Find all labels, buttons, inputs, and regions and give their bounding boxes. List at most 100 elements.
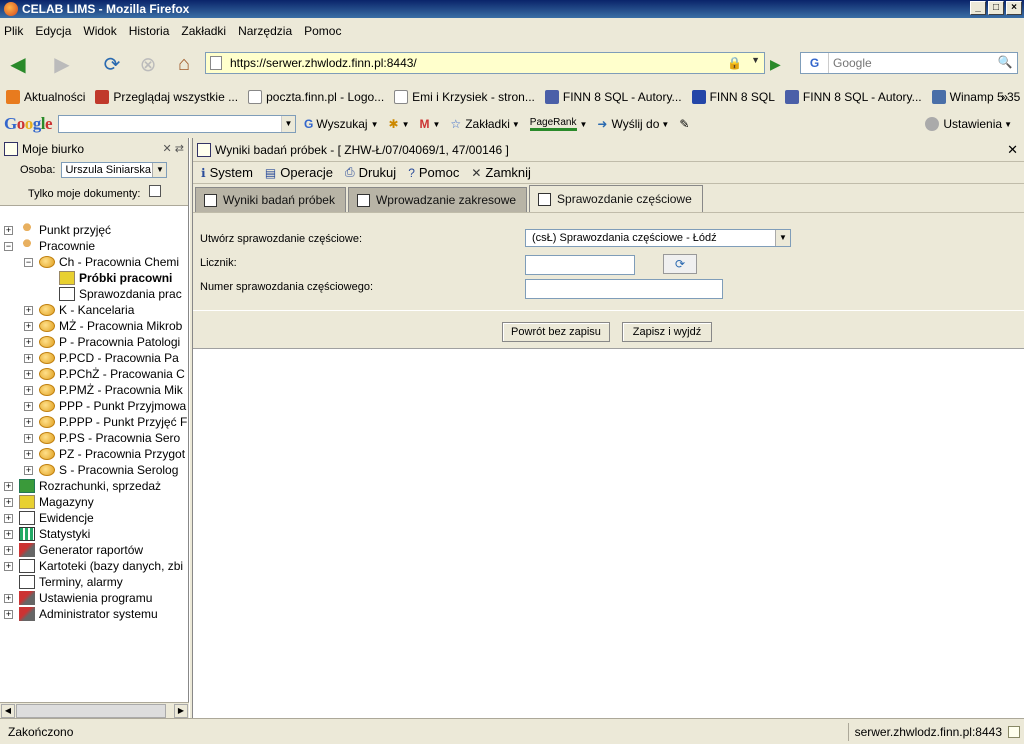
expand-icon[interactable]: + [24, 353, 33, 363]
tree-item[interactable]: + P.PChŻ - Pracowania C [0, 366, 189, 382]
expand-icon[interactable]: + [24, 465, 33, 475]
bookmark-item[interactable]: Przeglądaj wszystkie ... [95, 90, 238, 104]
save-and-exit-button[interactable]: Zapisz i wyjdź [622, 322, 712, 342]
bookmark-item[interactable]: Emi i Krzysiek - stron... [394, 90, 535, 104]
tree-item[interactable]: + Magazyny [0, 494, 189, 510]
refresh-counter-icon[interactable]: ⟳ [663, 254, 697, 274]
menu-plik[interactable]: Plik [4, 24, 23, 38]
operations-menu[interactable]: ▤ Operacje [265, 165, 333, 180]
expand-icon[interactable]: + [24, 417, 33, 427]
expand-icon[interactable]: + [4, 225, 13, 235]
search-engine-icon[interactable]: G [801, 53, 829, 73]
tree-item[interactable]: + Rozrachunki, sprzedaż [0, 478, 189, 494]
tree-item[interactable]: + Ewidencje [0, 510, 189, 526]
scroll-right-icon[interactable]: ▶ [174, 704, 188, 718]
print-menu[interactable]: ⎙ Drukuj [345, 165, 396, 180]
tree-item[interactable]: + P.PPP - Punkt Przyjęć F [0, 414, 189, 430]
tree-item[interactable]: + PPP - Punkt Przyjmowa [0, 398, 189, 414]
chevron-down-icon[interactable]: ▼ [281, 116, 296, 132]
google-settings-button[interactable]: Ustawienia ▼ [925, 117, 1012, 131]
horizontal-scrollbar[interactable]: ◀ ▶ [0, 702, 189, 718]
more-bookmarks-icon[interactable]: » [1001, 90, 1008, 104]
maximize-button[interactable]: □ [988, 1, 1004, 15]
tree-item[interactable]: + MŻ - Pracownia Mikrob [0, 318, 189, 334]
pen-icon[interactable]: ✎ [679, 117, 689, 131]
bookmark-item[interactable]: FINN 8 SQL [691, 90, 775, 104]
go-arrow-icon[interactable]: ▶ [770, 56, 786, 72]
expand-icon[interactable]: + [4, 609, 13, 619]
close-menu[interactable]: ✕ Zamknij [471, 165, 531, 180]
scroll-left-icon[interactable]: ◀ [1, 704, 15, 718]
chevron-down-icon[interactable]: ▼ [751, 55, 760, 65]
help-menu[interactable]: ? Pomoc [408, 165, 459, 180]
tree-item[interactable]: + Generator raportów [0, 542, 189, 558]
google-search-input[interactable]: ▼ [58, 115, 297, 133]
bookmark-item[interactable]: poczta.finn.pl - Logo... [248, 90, 384, 104]
expand-icon[interactable]: + [24, 401, 33, 411]
tree-item[interactable]: + Ustawienia programu [0, 590, 189, 606]
tree-item[interactable]: + Punkt przyjęć [0, 222, 189, 238]
google-search-button[interactable]: G Wyszukaj ▼ [304, 117, 379, 131]
system-menu[interactable]: ℹ System [201, 165, 253, 180]
chevron-down-icon[interactable]: ▼ [775, 230, 790, 246]
back-without-saving-button[interactable]: Powrót bez zapisu [502, 322, 610, 342]
send-to-button[interactable]: ➜ Wyślij do ▼ [597, 117, 669, 131]
lock-icon[interactable] [1008, 726, 1020, 738]
tree-item[interactable]: Sprawozdania prac [0, 286, 189, 302]
tree-item[interactable]: + P.PMŻ - Pracownia Mik [0, 382, 189, 398]
search-icon[interactable]: 🔍 [995, 55, 1015, 71]
tab-wyniki-badan[interactable]: Wyniki badań próbek [195, 187, 346, 212]
tree-item[interactable]: − Ch - Pracownia Chemi [0, 254, 189, 270]
collapse-icon[interactable]: − [24, 257, 33, 267]
expand-icon[interactable]: + [4, 593, 13, 603]
expand-icon[interactable]: + [24, 385, 33, 395]
gmail-icon[interactable]: M ▼ [420, 117, 441, 131]
search-input[interactable] [829, 56, 989, 70]
expand-icon[interactable]: + [4, 545, 13, 555]
tab-sprawozdanie-czesciowe[interactable]: Sprawozdanie częściowe [529, 185, 703, 212]
close-icon[interactable]: ✕ [1007, 142, 1018, 158]
bookmark-item[interactable]: Winamp 5.35 PL [931, 90, 1024, 104]
expand-icon[interactable]: + [24, 433, 33, 443]
person-select[interactable]: Urszula Siniarska ▼ [61, 162, 168, 178]
tree-item[interactable]: + P - Pracownia Patologi [0, 334, 189, 350]
minimize-button[interactable]: _ [970, 1, 986, 15]
bookmark-item[interactable]: FINN 8 SQL - Autory... [544, 90, 682, 104]
menu-zakladki[interactable]: Zakładki [181, 24, 226, 38]
tree-item[interactable]: + PZ - Pracownia Przygot [0, 446, 189, 462]
search-box[interactable]: G 🔍 [800, 52, 1018, 74]
tree-item[interactable]: + Administrator systemu [0, 606, 189, 622]
counter-input[interactable] [525, 255, 635, 275]
menu-widok[interactable]: Widok [83, 24, 116, 38]
reload-icon[interactable]: ⟳ [98, 50, 126, 78]
expand-icon[interactable]: + [24, 305, 33, 315]
tree-item[interactable]: + Kartoteki (bazy danych, zbi [0, 558, 189, 574]
tree-item[interactable]: Terminy, alarmy [0, 574, 189, 590]
gadget-icon[interactable]: ✱ ▼ [389, 117, 410, 131]
expand-icon[interactable]: + [4, 481, 13, 491]
report-number-input[interactable] [525, 279, 723, 299]
tree-item[interactable]: + Statystyki [0, 526, 189, 542]
close-window-button[interactable]: × [1006, 1, 1022, 15]
menu-narzedzia[interactable]: Narzędzia [238, 24, 292, 38]
collapse-icon[interactable]: − [4, 241, 13, 251]
only-mine-checkbox[interactable] [148, 185, 161, 197]
scroll-thumb[interactable] [16, 704, 166, 718]
tree-item[interactable]: + P.PCD - Pracownia Pa [0, 350, 189, 366]
report-type-select[interactable]: (csŁ) Sprawozdania częściowe - Łódź ▼ [525, 229, 791, 247]
home-icon[interactable]: ⌂ [170, 50, 198, 78]
forward-arrow-icon[interactable]: ▶ [48, 50, 76, 78]
menu-edycja[interactable]: Edycja [35, 24, 71, 38]
tree-item[interactable]: Próbki pracowni [0, 270, 189, 286]
expand-icon[interactable]: + [4, 561, 13, 571]
back-arrow-icon[interactable]: ◀ [4, 50, 32, 78]
google-bookmarks-button[interactable]: ☆ Zakładki ▼ [450, 117, 519, 131]
expand-icon[interactable]: + [24, 337, 33, 347]
url-bar[interactable]: https://serwer.zhwlodz.finn.pl:8443/ 🔒 ▼ [205, 52, 765, 74]
menu-historia[interactable]: Historia [129, 24, 170, 38]
tree-item[interactable]: + P.PS - Pracownia Sero [0, 430, 189, 446]
expand-icon[interactable]: + [24, 369, 33, 379]
pagerank-indicator[interactable]: PageRank ▼ [529, 117, 587, 131]
desk-tools[interactable]: ✕ ⇄ [163, 142, 185, 155]
expand-icon[interactable]: + [4, 513, 13, 523]
